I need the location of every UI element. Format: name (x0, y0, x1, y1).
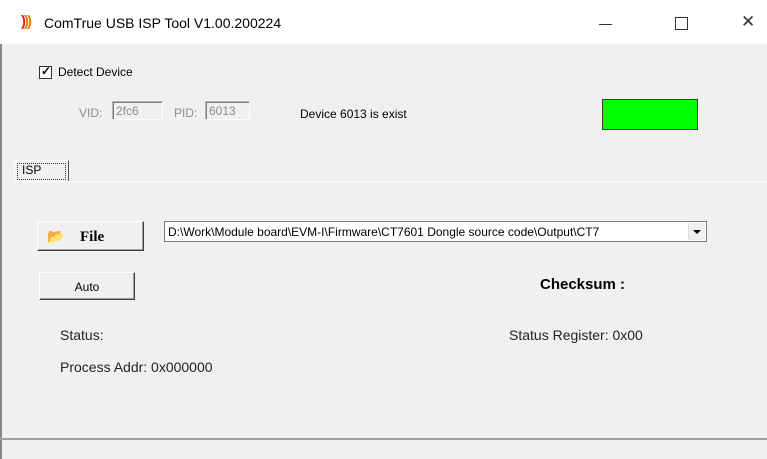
status-register-label: Status Register: 0x00 (509, 327, 643, 343)
pid-field[interactable]: 6013 (205, 101, 250, 120)
pid-label: PID: (174, 106, 198, 120)
vid-field[interactable]: 2fc6 (112, 101, 163, 120)
tab-isp-label: ISP (22, 163, 42, 177)
file-path-select[interactable]: D:\Work\Module board\EVM-I\Firmware\CT76… (164, 221, 707, 242)
maximize-icon (675, 17, 688, 30)
process-addr-label: Process Addr: 0x000000 (60, 359, 213, 375)
auto-button-label: Auto (74, 280, 100, 294)
checksum-label: Checksum : (540, 276, 626, 293)
status-label: Status: (60, 327, 104, 343)
window-left-border (0, 44, 2, 459)
maximize-button[interactable] (658, 8, 704, 38)
tab-isp[interactable]: ISP (14, 160, 69, 181)
chevron-down-icon (693, 230, 701, 234)
device-status-message: Device 6013 is exist (300, 107, 407, 121)
detect-device-checkbox[interactable]: ✓ (39, 64, 52, 79)
file-button-label: File (80, 229, 105, 245)
tab-panel-border (14, 181, 767, 182)
close-icon: ✕ (741, 12, 756, 32)
window-title: ComTrue USB ISP Tool V1.00.200224 (44, 15, 282, 31)
dropdown-button[interactable] (688, 223, 705, 240)
title-bar: ))) ComTrue USB ISP Tool V1.00.200224 ✕ (0, 0, 767, 44)
auto-button[interactable]: Auto (39, 272, 135, 300)
folder-open-icon: 📂 (47, 228, 65, 244)
file-button[interactable]: 📂 File (37, 221, 144, 251)
close-button[interactable]: ✕ (724, 8, 767, 38)
device-status-indicator (602, 99, 698, 130)
vid-label: VID: (79, 106, 103, 120)
minimize-button[interactable] (583, 8, 629, 38)
file-path-value: D:\Work\Module board\EVM-I\Firmware\CT76… (168, 225, 600, 239)
detect-device-label: Detect Device (58, 65, 133, 79)
status-bar-divider (0, 438, 767, 440)
check-mark-icon: ✓ (41, 64, 52, 78)
minimize-icon (599, 24, 612, 25)
signal-waves-icon: ))) (21, 13, 32, 30)
